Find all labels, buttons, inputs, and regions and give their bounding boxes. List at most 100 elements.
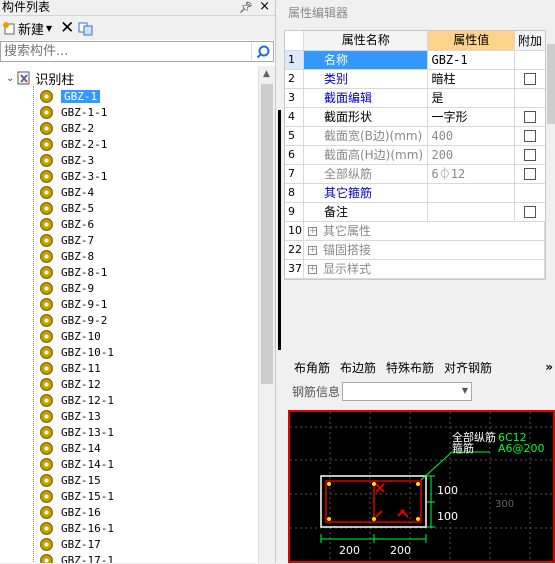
property-row[interactable]: 4 截面形状 一字形 [285, 108, 545, 127]
more-icon[interactable]: » [545, 360, 553, 374]
property-row[interactable]: 5 截面宽(B边)(mm) 400 [285, 127, 545, 146]
row-number: 5 [285, 127, 304, 145]
column-component-icon [40, 89, 53, 103]
section-editor-tabs: 布角筋 布边筋 特殊布筋 对齐钢筋 » [284, 355, 555, 379]
extra-checkbox[interactable] [524, 130, 537, 142]
tree-item[interactable]: GBZ-9-1 [40, 296, 107, 312]
tree-item[interactable]: GBZ-17-1 [40, 552, 114, 563]
tree-item[interactable]: GBZ-4 [40, 184, 94, 200]
tree-item[interactable]: GBZ-15-1 [40, 488, 114, 504]
property-name: + 显示样式 [304, 260, 545, 278]
tree-item[interactable]: GBZ-8 [40, 248, 94, 264]
tree-item[interactable]: GBZ-2-1 [40, 136, 107, 152]
tab-align-rebar[interactable]: 对齐钢筋 [444, 359, 492, 376]
search-icon[interactable] [251, 42, 273, 61]
property-value[interactable] [428, 184, 516, 202]
tab-corner-rebar[interactable]: 布角筋 [294, 359, 330, 376]
delete-icon[interactable]: ✕ [60, 20, 74, 37]
chevron-down-icon[interactable]: ▼ [462, 386, 468, 395]
property-value[interactable]: GBZ-1 [428, 51, 516, 69]
chevron-down-icon[interactable]: ▼ [46, 24, 52, 33]
property-row[interactable]: 22 + 锚固搭接 [285, 241, 545, 260]
rebar-info-select[interactable]: ▼ [342, 381, 473, 401]
property-row[interactable]: 9 备注 [285, 203, 545, 222]
property-row[interactable]: 3 截面编辑是 [285, 89, 545, 108]
extra-checkbox[interactable] [524, 73, 537, 85]
property-row[interactable]: 8 其它箍筋 [285, 184, 545, 203]
tree-item[interactable]: GBZ-17 [40, 536, 101, 552]
tree-item[interactable]: GBZ-12 [40, 376, 101, 392]
property-row[interactable]: 1 名称 GBZ-1 [285, 51, 545, 70]
section-drawing-canvas[interactable]: 100 100 200 200 300 全部纵筋 箍筋 6C12 A6@200 [288, 410, 555, 563]
tree-item[interactable]: GBZ-1 [40, 88, 101, 104]
value-stirrup: A6@200 [498, 442, 545, 455]
property-value[interactable]: 200 [428, 146, 516, 164]
column-component-icon [40, 505, 53, 519]
tree-item[interactable]: GBZ-10-1 [40, 344, 114, 360]
dim-width-1: 200 [339, 544, 360, 557]
tab-special-rebar[interactable]: 特殊布筋 [386, 359, 434, 376]
tree-item[interactable]: GBZ-14-1 [40, 456, 114, 472]
property-value[interactable]: 6⏀12 [428, 165, 516, 183]
expand-icon[interactable]: + [307, 227, 317, 236]
expand-icon[interactable]: + [307, 246, 317, 255]
tree-item[interactable]: GBZ-8-1 [40, 264, 107, 280]
tree-root-label: 识别柱 [35, 72, 75, 88]
property-row[interactable]: 2 类别 暗柱 [285, 70, 545, 89]
tree-scrollbar[interactable]: ▲ [258, 66, 275, 563]
tree-item[interactable]: GBZ-12-1 [40, 392, 114, 408]
tree-item[interactable]: GBZ-3-1 [40, 168, 107, 184]
property-value[interactable] [428, 203, 516, 221]
grid-scroll-thumb[interactable] [547, 44, 555, 124]
property-row[interactable]: 6 截面高(H边)(mm) 200 [285, 146, 545, 165]
property-value[interactable]: 是 [428, 89, 516, 107]
tree-item[interactable]: GBZ-13-1 [40, 424, 114, 440]
pin-icon[interactable]: 📌︎ [239, 0, 253, 15]
row-number: 6 [285, 146, 304, 164]
tree-item[interactable]: GBZ-11 [40, 360, 101, 376]
copy-icon[interactable] [78, 20, 94, 36]
property-row[interactable]: 10 + 其它属性 [285, 222, 545, 241]
tree-item[interactable]: GBZ-6 [40, 216, 94, 232]
property-editor-title: 属性编辑器 [288, 6, 349, 20]
extra-checkbox[interactable] [524, 149, 537, 161]
tree-item[interactable]: GBZ-14 [40, 440, 101, 456]
close-icon[interactable]: × [259, 0, 270, 14]
property-row[interactable]: 37 + 显示样式 [285, 260, 545, 279]
tree-root[interactable]: ⌄ 识别柱 [6, 70, 75, 88]
tree-item-label: GBZ-10 [61, 329, 101, 343]
tree-item[interactable]: GBZ-10 [40, 328, 101, 344]
tree-item[interactable]: GBZ-16-1 [40, 520, 114, 536]
property-value[interactable]: 暗柱 [428, 70, 516, 88]
scroll-thumb[interactable] [261, 84, 273, 384]
property-name: 备注 [304, 203, 429, 221]
tree-item[interactable]: GBZ-3 [40, 152, 94, 168]
tree-item[interactable]: GBZ-1-1 [40, 104, 107, 120]
tree-item[interactable]: GBZ-7 [40, 232, 94, 248]
collapse-icon[interactable]: ⌄ [6, 73, 14, 84]
grid-scrollbar[interactable] [546, 30, 555, 350]
tab-edge-rebar[interactable]: 布边筋 [340, 359, 376, 376]
tree-item[interactable]: GBZ-15 [40, 472, 101, 488]
property-row[interactable]: 7 全部纵筋 6⏀12 [285, 165, 545, 184]
column-component-icon [40, 409, 53, 423]
property-group-label: 其它属性 [322, 224, 371, 238]
tree-item[interactable]: GBZ-2 [40, 120, 94, 136]
tree-item[interactable]: GBZ-16 [40, 504, 101, 520]
extra-checkbox[interactable] [524, 168, 537, 180]
tree-item[interactable]: GBZ-9-2 [40, 312, 107, 328]
scroll-up-icon[interactable]: ▲ [263, 69, 270, 79]
search-input[interactable] [1, 42, 246, 61]
extra-checkbox[interactable] [524, 206, 537, 218]
expand-icon[interactable]: + [307, 265, 317, 274]
property-value[interactable]: 一字形 [428, 108, 516, 126]
tree-item[interactable]: GBZ-9 [40, 280, 94, 296]
extra-checkbox[interactable] [524, 111, 537, 123]
new-button[interactable]: 新建 ▼ [2, 19, 52, 38]
property-name: 名称 [303, 51, 429, 69]
tree-item[interactable]: GBZ-5 [40, 200, 94, 216]
column-component-icon [40, 489, 53, 503]
component-tree: ⌄ 识别柱 GBZ-1 GBZ-1-1 GBZ-2 GBZ-2-1 GBZ-3 GBZ-3… [0, 66, 258, 563]
tree-item[interactable]: GBZ-13 [40, 408, 101, 424]
property-value[interactable]: 400 [428, 127, 516, 145]
